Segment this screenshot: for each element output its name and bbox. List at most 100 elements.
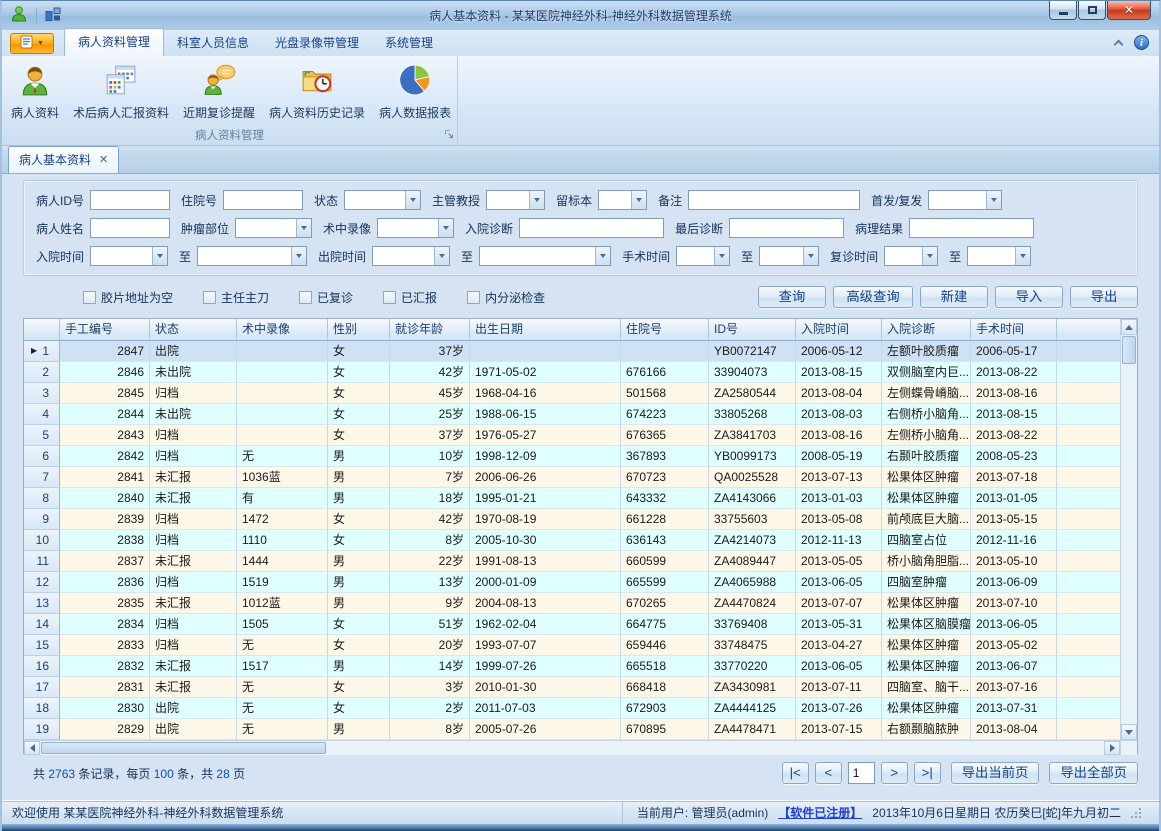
table-row-10[interactable]: 102838归档1110女8岁2005-10-30636143ZA4214073… xyxy=(24,530,1120,551)
scroll-up-button[interactable] xyxy=(1121,319,1137,335)
filter-text-input[interactable] xyxy=(223,190,303,210)
horizontal-scroll-track[interactable] xyxy=(327,741,1104,755)
export-button[interactable]: 导出 xyxy=(1070,286,1138,308)
filter-combo-box[interactable] xyxy=(928,190,1002,210)
table-row-4[interactable]: 42844未出院女25岁1988-06-15674223338052682013… xyxy=(24,404,1120,425)
filter-text-input[interactable] xyxy=(909,218,1034,238)
grid-column-header-10[interactable]: 入院诊断 xyxy=(882,319,971,341)
grid-column-header-3[interactable]: 术中录像 xyxy=(237,319,328,341)
page-prev-button[interactable]: < xyxy=(815,762,842,784)
filter-combo-box[interactable] xyxy=(197,246,307,266)
table-row-15[interactable]: 152833归档无女20岁1993-07-0765944633748475201… xyxy=(24,635,1120,656)
document-tab-patient-basic-info[interactable]: 病人基本资料 ✕ xyxy=(8,146,119,173)
table-row-12[interactable]: 122836归档1519男13岁2000-01-09665599ZA406598… xyxy=(24,572,1120,593)
combo-dropdown-icon[interactable] xyxy=(438,219,453,237)
filter-checkbox-3[interactable]: 已复诊 xyxy=(299,289,353,306)
table-row-17[interactable]: 172831未汇报无女3岁2010-01-30668418ZA343098120… xyxy=(24,677,1120,698)
table-row-3[interactable]: 32845归档女45岁1968-04-16501568ZA25805442013… xyxy=(24,383,1120,404)
export-all-pages-button[interactable]: 导出全部页 xyxy=(1049,762,1138,784)
export-current-page-button[interactable]: 导出当前页 xyxy=(951,762,1040,784)
filter-combo-box[interactable] xyxy=(486,190,545,210)
filter-text-input[interactable] xyxy=(519,218,664,238)
tab-close-icon[interactable]: ✕ xyxy=(99,153,108,166)
ribbon-tab-1[interactable]: 病人资料管理 xyxy=(64,28,164,56)
combo-dropdown-icon[interactable] xyxy=(434,247,449,265)
combo-dropdown-icon[interactable] xyxy=(986,191,1001,209)
ribbon-button-1[interactable]: 病人资料 xyxy=(4,59,66,128)
grid-column-header-7[interactable]: 住院号 xyxy=(621,319,709,341)
vertical-scroll-thumb[interactable] xyxy=(1122,336,1136,364)
ribbon-button-2[interactable]: 术后病人汇报资料 xyxy=(66,59,176,128)
table-row-16[interactable]: 162832未汇报1517男14岁1999-07-266655183377022… xyxy=(24,656,1120,677)
table-row-9[interactable]: 92839归档1472女42岁1970-08-19661228337556032… xyxy=(24,509,1120,530)
table-row-19[interactable]: 192829出院无男8岁2005-07-26670895ZA4478471201… xyxy=(24,719,1120,740)
page-last-button[interactable]: >| xyxy=(914,762,941,784)
ribbon-button-3[interactable]: 近期复诊提醒 xyxy=(176,59,262,128)
table-row-7[interactable]: 72841未汇报1036蓝男7岁2006-06-26670723QA002552… xyxy=(24,467,1120,488)
minimize-button[interactable] xyxy=(1049,1,1077,20)
maximize-button[interactable] xyxy=(1078,1,1106,20)
filter-combo-box[interactable] xyxy=(598,190,647,210)
table-row-2[interactable]: 22846未出院女42岁1971-05-02676166339040732013… xyxy=(24,362,1120,383)
filter-combo-box[interactable] xyxy=(344,190,421,210)
filter-combo-box[interactable] xyxy=(372,246,450,266)
filter-combo-box[interactable] xyxy=(759,246,819,266)
combo-dropdown-icon[interactable] xyxy=(291,247,306,265)
filter-text-input[interactable] xyxy=(90,218,170,238)
scroll-left-button[interactable] xyxy=(24,741,40,755)
filter-text-input[interactable] xyxy=(90,190,170,210)
advanced-query-button[interactable]: 高级查询 xyxy=(833,286,913,308)
close-button[interactable]: ✕ xyxy=(1107,1,1151,20)
resize-grip[interactable] xyxy=(1131,808,1141,818)
table-row-13[interactable]: 132835未汇报1012蓝男9岁2004-08-13670265ZA44708… xyxy=(24,593,1120,614)
filter-checkbox-5[interactable]: 内分泌检查 xyxy=(467,289,545,306)
grid-column-header-2[interactable]: 状态 xyxy=(150,319,237,341)
collapse-ribbon-icon[interactable] xyxy=(1114,39,1124,49)
table-row-14[interactable]: 142834归档1505女51岁1962-02-0466477533769408… xyxy=(24,614,1120,635)
vertical-scrollbar[interactable] xyxy=(1120,319,1137,740)
scroll-right-button[interactable] xyxy=(1104,741,1120,755)
filter-checkbox-4[interactable]: 已汇报 xyxy=(383,289,437,306)
filter-combo-box[interactable] xyxy=(377,218,454,238)
table-row-5[interactable]: 52843归档女37岁1976-05-27676365ZA38417032013… xyxy=(24,425,1120,446)
filter-checkbox-2[interactable]: 主任主刀 xyxy=(203,289,269,306)
ribbon-tab-2[interactable]: 科室人员信息 xyxy=(164,30,262,56)
table-row-6[interactable]: 62842归档无男10岁1998-12-09367893YB0099173200… xyxy=(24,446,1120,467)
help-icon[interactable]: i xyxy=(1134,35,1149,50)
dialog-launcher-icon[interactable] xyxy=(444,128,454,142)
page-number-input[interactable] xyxy=(848,762,875,784)
filter-text-input[interactable] xyxy=(688,190,860,210)
filter-combo-box[interactable] xyxy=(967,246,1031,266)
query-button[interactable]: 查询 xyxy=(758,286,826,308)
combo-dropdown-icon[interactable] xyxy=(714,247,729,265)
combo-dropdown-icon[interactable] xyxy=(595,247,610,265)
table-row-18[interactable]: 182830出院无女2岁2011-07-03672903ZA4444125201… xyxy=(24,698,1120,719)
import-button[interactable]: 导入 xyxy=(995,286,1063,308)
combo-dropdown-icon[interactable] xyxy=(922,247,937,265)
grid-column-header-4[interactable]: 性别 xyxy=(328,319,390,341)
new-button[interactable]: 新建 xyxy=(920,286,988,308)
grid-column-header-8[interactable]: ID号 xyxy=(709,319,796,341)
table-row-11[interactable]: 112837未汇报1444男22岁1991-08-13660599ZA40894… xyxy=(24,551,1120,572)
grid-column-header-6[interactable]: 出生日期 xyxy=(470,319,621,341)
filter-combo-box[interactable] xyxy=(90,246,168,266)
page-next-button[interactable]: > xyxy=(881,762,908,784)
vertical-scroll-track[interactable] xyxy=(1121,365,1137,724)
grid-column-header-11[interactable]: 手术时间 xyxy=(971,319,1057,341)
combo-dropdown-icon[interactable] xyxy=(1015,247,1030,265)
combo-dropdown-icon[interactable] xyxy=(631,191,646,209)
grid-column-header-1[interactable]: 手工编号 xyxy=(60,319,150,341)
combo-dropdown-icon[interactable] xyxy=(803,247,818,265)
combo-dropdown-icon[interactable] xyxy=(405,191,420,209)
table-row-1[interactable]: ▶12847出院女37岁YB00721472006-05-12左额叶胶质瘤200… xyxy=(24,341,1120,362)
grid-column-header-5[interactable]: 就诊年龄 xyxy=(390,319,470,341)
ribbon-tab-3[interactable]: 光盘录像带管理 xyxy=(262,30,372,56)
filter-combo-box[interactable] xyxy=(884,246,938,266)
combo-dropdown-icon[interactable] xyxy=(152,247,167,265)
table-row-8[interactable]: 82840未汇报有男18岁1995-01-21643332ZA414306620… xyxy=(24,488,1120,509)
filter-combo-box[interactable] xyxy=(479,246,611,266)
filter-checkbox-1[interactable]: 胶片地址为空 xyxy=(83,289,173,306)
horizontal-scroll-thumb[interactable] xyxy=(41,742,326,754)
horizontal-scrollbar[interactable] xyxy=(24,740,1120,755)
filter-combo-box[interactable] xyxy=(235,218,312,238)
